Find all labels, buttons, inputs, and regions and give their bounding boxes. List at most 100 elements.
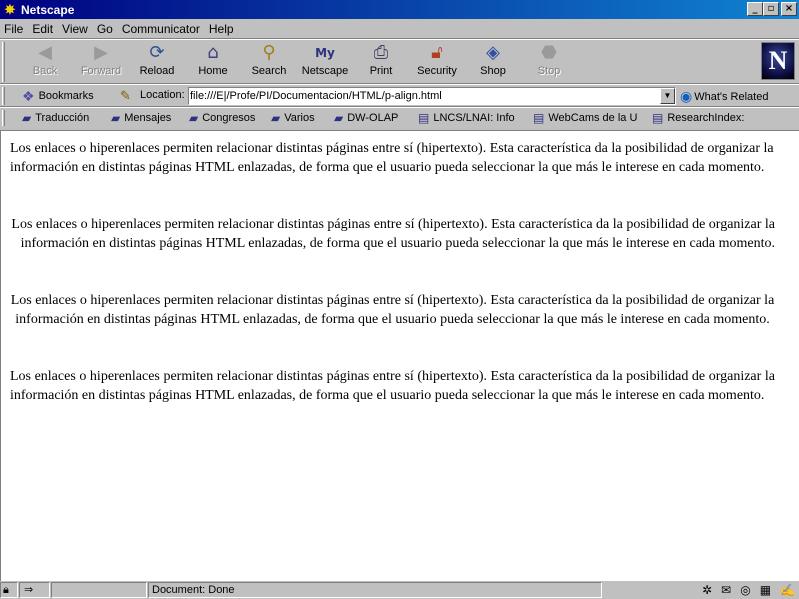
bookmark-webcams-label: WebCams de la U bbox=[548, 112, 638, 124]
location-grip[interactable] bbox=[2, 87, 5, 105]
component-bar: ✲ ✉ ◎ ▦ ✍ bbox=[702, 583, 795, 597]
back-label: Back bbox=[32, 65, 58, 77]
print-button[interactable]: ⎙ Print bbox=[353, 42, 409, 82]
menu-view[interactable]: View bbox=[62, 22, 88, 36]
menu-go[interactable]: Go bbox=[97, 22, 113, 36]
netscape-logo[interactable]: N bbox=[761, 42, 795, 80]
whats-related-icon: ◉ bbox=[680, 88, 693, 104]
progress-bar bbox=[51, 582, 147, 598]
folder-icon: ▰ bbox=[22, 111, 32, 125]
folder-icon: ▰ bbox=[111, 111, 121, 125]
printer-icon: ⎙ bbox=[373, 42, 389, 63]
folder-dw-olap[interactable]: ▰ DW-OLAP bbox=[334, 110, 398, 126]
my-netscape-icon: My bbox=[315, 46, 335, 60]
navigator-icon[interactable]: ✲ bbox=[702, 583, 712, 597]
title-bar[interactable]: ✵ Netscape _ ▫ × bbox=[0, 0, 799, 19]
stop-icon: ⬣ bbox=[541, 42, 557, 63]
composer-icon[interactable]: ✍ bbox=[780, 583, 795, 597]
netscape-label: Netscape bbox=[301, 65, 349, 77]
back-button[interactable]: ◀ Back bbox=[17, 42, 73, 82]
folder-icon: ▰ bbox=[271, 111, 281, 125]
shop-button[interactable]: ◈ Shop bbox=[465, 42, 521, 82]
status-text: Document: Done bbox=[148, 582, 602, 598]
folder-icon: ▰ bbox=[189, 111, 199, 125]
close-button[interactable]: × bbox=[781, 2, 797, 16]
menu-bar: File Edit View Go Communicator Help bbox=[0, 19, 799, 38]
print-label: Print bbox=[369, 65, 393, 77]
page-content[interactable]: Los enlaces o hiperenlaces permiten rela… bbox=[0, 130, 799, 581]
search-label: Search bbox=[251, 65, 287, 77]
menu-help[interactable]: Help bbox=[209, 22, 234, 36]
location-dropdown-button[interactable]: ▼ bbox=[660, 88, 675, 104]
bookmark-lncs[interactable]: ▤ LNCS/LNAI: Info bbox=[418, 110, 515, 126]
folder-varios[interactable]: ▰ Varios bbox=[271, 110, 315, 126]
bookmark-lncs-label: LNCS/LNAI: Info bbox=[433, 112, 515, 124]
home-button[interactable]: ⌂ Home bbox=[185, 42, 241, 82]
folder-traduccion-label: Traducción bbox=[35, 112, 90, 124]
mail-icon[interactable]: ✉ bbox=[721, 583, 731, 597]
folder-congresos-label: Congresos bbox=[202, 112, 256, 124]
menu-communicator[interactable]: Communicator bbox=[122, 22, 200, 36]
back-arrow-icon: ◀ bbox=[38, 42, 52, 63]
whats-related-label: What's Related bbox=[694, 90, 769, 103]
security-button[interactable]: 🔓︎ Security bbox=[409, 42, 465, 82]
maximize-button[interactable]: ▫ bbox=[763, 2, 779, 16]
paragraph-justified: Los enlaces o hiperenlaces permiten rela… bbox=[10, 369, 775, 403]
security-label: Security bbox=[417, 65, 457, 77]
home-icon: ⌂ bbox=[207, 42, 219, 63]
bookmark-webcams[interactable]: ▤ WebCams de la U bbox=[533, 110, 637, 126]
window-controls: _ ▫ × bbox=[747, 2, 797, 16]
forward-label: Forward bbox=[80, 65, 122, 77]
folder-mensajes[interactable]: ▰ Mensajes bbox=[111, 110, 171, 126]
minimize-button[interactable]: _ bbox=[747, 2, 763, 16]
forward-arrow-icon: ▶ bbox=[94, 42, 108, 63]
folder-icon: ▰ bbox=[334, 111, 344, 125]
paragraph-center-aligned: Los enlaces o hiperenlaces permiten rela… bbox=[10, 293, 775, 327]
bookmark-page-icon: ▤ bbox=[533, 111, 545, 125]
folder-congresos[interactable]: ▰ Congresos bbox=[189, 110, 255, 126]
bookmarks-label: Bookmarks bbox=[38, 90, 94, 102]
navigation-toolbar: ◀ Back ▶ Forward ⟳ Reload ⌂ Home ⚲ Searc… bbox=[0, 40, 799, 84]
search-icon: ⚲ bbox=[262, 42, 276, 63]
location-icon[interactable]: ✎ bbox=[120, 88, 131, 104]
bookmarks-button[interactable]: ❖ Bookmarks bbox=[22, 87, 94, 105]
stop-button[interactable]: ⬣ Stop bbox=[521, 42, 577, 82]
paragraph-left-aligned: Los enlaces o hiperenlaces permiten rela… bbox=[10, 141, 774, 175]
location-label: Location: bbox=[140, 89, 185, 101]
bookmark-page-icon: ▤ bbox=[418, 111, 430, 125]
padlock-icon: 🔓︎ bbox=[431, 42, 443, 63]
menu-edit[interactable]: Edit bbox=[32, 22, 53, 36]
bookmark-page-icon: ▤ bbox=[652, 111, 664, 125]
reload-label: Reload bbox=[139, 65, 175, 77]
status-bar: 🔒︎ ⇒ Document: Done ✲ ✉ ◎ ▦ ✍ bbox=[0, 581, 799, 599]
window-title: Netscape bbox=[21, 2, 75, 17]
security-lock-indicator[interactable]: 🔒︎ bbox=[0, 582, 18, 598]
address-book-icon[interactable]: ▦ bbox=[760, 583, 771, 597]
reload-icon: ⟳ bbox=[149, 42, 165, 63]
personal-grip[interactable] bbox=[2, 110, 5, 126]
bookmark-researchindex-label: ResearchIndex: bbox=[667, 112, 745, 124]
netscape-app-icon[interactable]: ✵ bbox=[2, 2, 18, 18]
folder-varios-label: Varios bbox=[284, 112, 315, 124]
stop-label: Stop bbox=[537, 65, 561, 77]
shopping-bag-icon: ◈ bbox=[486, 42, 500, 63]
connection-indicator[interactable]: ⇒ bbox=[19, 582, 50, 598]
paragraph-right-aligned: Los enlaces o hiperenlaces permiten rela… bbox=[11, 217, 775, 251]
netscape-button[interactable]: My Netscape bbox=[297, 42, 353, 82]
location-input[interactable]: file:///E|/Profe/PI/Documentacion/HTML/p… bbox=[188, 87, 676, 105]
bookmark-researchindex[interactable]: ▤ ResearchIndex: bbox=[652, 110, 744, 126]
folder-mensajes-label: Mensajes bbox=[124, 112, 172, 124]
location-toolbar: ❖ Bookmarks ✎ Location: file:///E|/Profe… bbox=[0, 85, 799, 107]
reload-button[interactable]: ⟳ Reload bbox=[129, 42, 185, 82]
folder-traduccion[interactable]: ▰ Traducción bbox=[22, 110, 89, 126]
shop-label: Shop bbox=[480, 65, 506, 77]
toolbar-grip[interactable] bbox=[2, 42, 5, 82]
search-button[interactable]: ⚲ Search bbox=[241, 42, 297, 82]
forward-button[interactable]: ▶ Forward bbox=[73, 42, 129, 82]
menu-file[interactable]: File bbox=[4, 22, 23, 36]
bookmarks-icon: ❖ bbox=[22, 87, 35, 104]
whats-related-button[interactable]: ◉ What's Related bbox=[680, 88, 768, 105]
folder-dw-olap-label: DW-OLAP bbox=[347, 112, 399, 124]
newsgroups-icon[interactable]: ◎ bbox=[740, 583, 750, 597]
personal-toolbar: ▰ Traducción ▰ Mensajes ▰ Congresos ▰ Varios… bbox=[0, 108, 799, 128]
